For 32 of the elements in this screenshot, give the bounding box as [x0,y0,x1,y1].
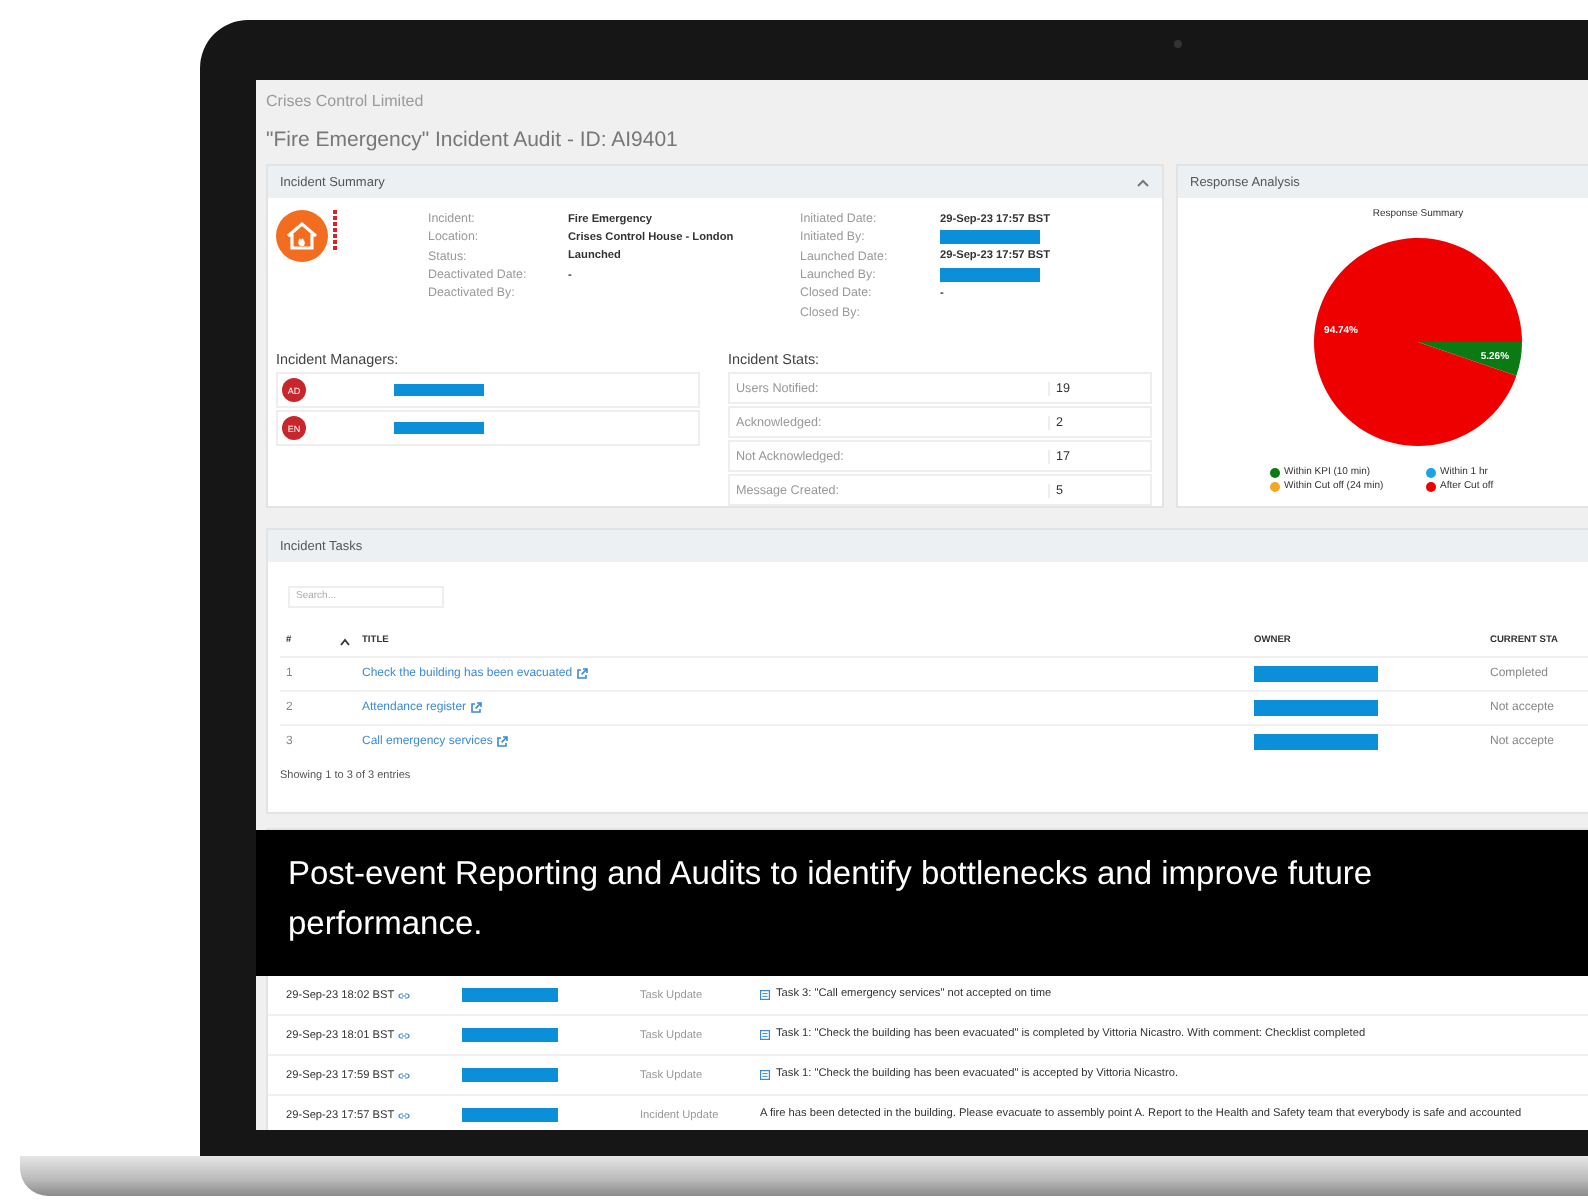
legend-dot [1270,467,1280,477]
sort-caret-icon[interactable] [340,637,350,645]
page-title: "Fire Emergency" Incident Audit - ID: AI9401 [266,128,680,156]
redacted-bar [394,422,484,434]
chevron-up-icon[interactable] [1136,177,1150,187]
external-link-icon[interactable] [576,667,589,679]
redacted-bar [1254,699,1378,715]
link-icon[interactable] [398,1031,411,1039]
redacted-bar [394,384,484,396]
task-icon [760,1070,770,1080]
external-link-icon[interactable] [470,701,483,713]
legend-dot [1270,481,1280,491]
legend-dot [1426,481,1436,491]
redacted-bar [1254,665,1378,681]
redacted-bar [462,1028,558,1042]
link-icon[interactable] [398,991,411,999]
redacted-bar [940,230,1040,245]
caption-banner: Post-event Reporting and Audits to identify bottlenecks and improve future performance. [256,830,1588,976]
link-icon[interactable] [398,1111,411,1119]
redacted-bar [462,1108,558,1122]
company-name: Crises Control Limited [266,92,426,114]
redacted-bar [940,268,1040,283]
external-link-icon[interactable] [496,735,509,747]
redacted-bar [462,988,558,1002]
link-icon[interactable] [398,1071,411,1079]
task-icon [760,990,770,1000]
house-fire-icon [276,210,328,262]
severity-icon [332,210,338,250]
task-icon [760,1030,770,1040]
redacted-bar [1254,733,1378,749]
redacted-bar [462,1068,558,1082]
legend-dot [1426,467,1436,477]
